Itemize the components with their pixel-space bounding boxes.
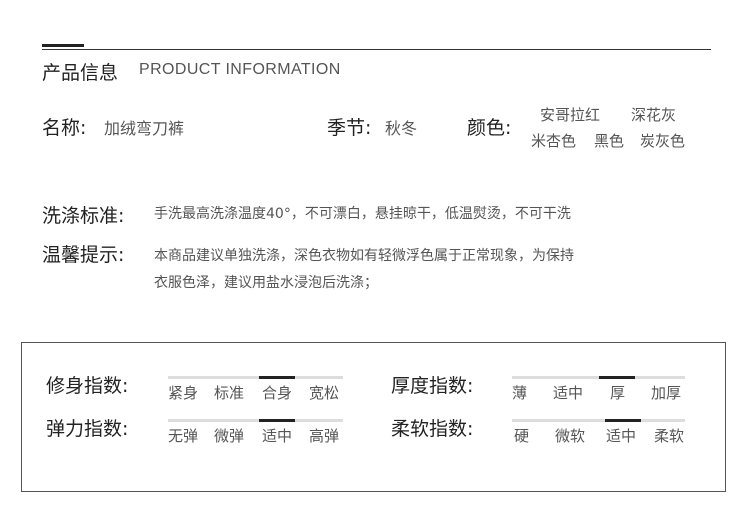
- elasticity-option: 适中: [262, 427, 293, 445]
- color-option: 米杏色: [531, 132, 577, 150]
- season-value: 秋冬: [385, 119, 418, 138]
- elasticity-option: 高弹: [309, 427, 340, 445]
- section-title-en: PRODUCT INFORMATION: [139, 61, 341, 78]
- fit-index-marker: [259, 376, 295, 379]
- washing-label: 洗涤标准:: [42, 205, 125, 227]
- fit-option: 合身: [262, 384, 293, 402]
- fit-index-track: [168, 376, 343, 379]
- tips-line-1: 本商品建议单独洗涤，深色衣物如有轻微浮色属于正常现象，为保持: [154, 248, 574, 264]
- elasticity-index-label: 弹力指数:: [46, 418, 129, 440]
- thickness-index-marker: [599, 376, 635, 379]
- thickness-index-label: 厚度指数:: [391, 375, 474, 397]
- elasticity-index-marker: [259, 419, 295, 422]
- color-label: 颜色:: [467, 117, 512, 139]
- thickness-option: 薄: [512, 384, 528, 402]
- softness-index-marker: [605, 419, 641, 422]
- name-label: 名称:: [42, 117, 87, 139]
- thickness-option: 适中: [553, 384, 584, 402]
- elasticity-index-track: [168, 419, 343, 422]
- fit-option: 紧身: [168, 384, 199, 402]
- fit-option: 宽松: [309, 384, 340, 402]
- tips-label: 温馨提示:: [42, 244, 125, 266]
- softness-option: 柔软: [654, 427, 685, 445]
- season-label: 季节:: [327, 117, 372, 139]
- softness-index-label: 柔软指数:: [391, 418, 474, 440]
- softness-option: 硬: [514, 427, 530, 445]
- elasticity-option: 无弹: [168, 427, 199, 445]
- color-option: 炭灰色: [640, 132, 686, 150]
- elasticity-option: 微弹: [214, 427, 245, 445]
- header-divider: [42, 49, 711, 50]
- section-title-cn: 产品信息: [42, 62, 119, 84]
- thickness-option: 加厚: [651, 384, 682, 402]
- fit-index-label: 修身指数:: [46, 375, 129, 397]
- color-option: 深花灰: [631, 106, 677, 124]
- softness-option: 适中: [606, 427, 637, 445]
- header-accent-bar: [42, 44, 84, 47]
- softness-option: 微软: [555, 427, 586, 445]
- color-option: 安哥拉红: [540, 106, 601, 124]
- name-value: 加绒弯刀裤: [104, 119, 185, 138]
- thickness-option: 厚: [610, 384, 626, 402]
- color-option: 黑色: [594, 132, 625, 150]
- softness-index-track: [512, 419, 685, 422]
- fit-option: 标准: [214, 384, 245, 402]
- washing-value: 手洗最高洗涤温度40°，不可漂白，悬挂晾干，低温熨烫，不可干洗: [154, 206, 571, 222]
- tips-line-2: 衣服色泽，建议用盐水浸泡后洗涤；: [154, 275, 378, 291]
